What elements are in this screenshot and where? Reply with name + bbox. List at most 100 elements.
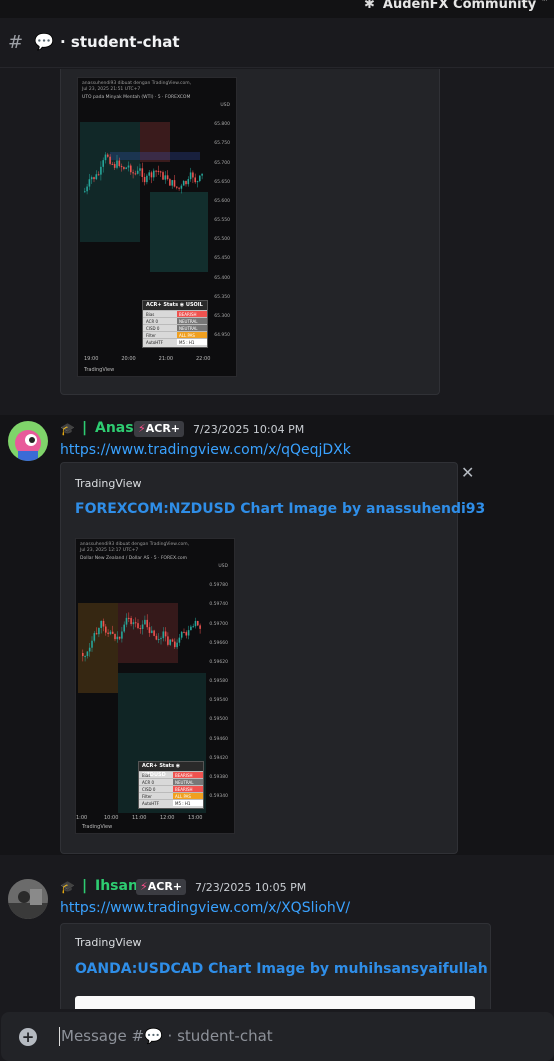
message-input[interactable]: Message #💬 · student-chat: [61, 1027, 273, 1045]
candle-body: [180, 185, 183, 189]
username[interactable]: Ihsan: [95, 878, 138, 894]
candle-body: [84, 656, 86, 658]
stats-row: CISD 0 BEARISH: [139, 785, 203, 792]
candle-body: [107, 632, 109, 634]
chart-header: anassuhendi93 dibuat dengan TradingView.…: [82, 81, 192, 92]
candle-body: [120, 166, 123, 168]
pink-creature-avatar[interactable]: [8, 421, 48, 461]
text-caret: [59, 1027, 60, 1046]
candle-body: [180, 631, 183, 638]
candle-body: [139, 168, 141, 171]
photo-avatar[interactable]: [8, 879, 48, 919]
price-tick: USD: [218, 564, 228, 569]
price-tick: 0.59580: [209, 679, 228, 684]
candle-body: [128, 617, 130, 619]
candle-body: [113, 164, 116, 168]
stats-label: AutoHTF: [142, 801, 160, 806]
embed-title[interactable]: OANDA:USDCAD Chart Image by muhihsansyai…: [75, 961, 488, 977]
role-badge[interactable]: ⚡ACR+: [134, 421, 185, 437]
sparkle-icon: ✱: [364, 0, 375, 12]
message-list[interactable]: anassuhendi93 dibuat dengan TradingView.…: [0, 69, 554, 1009]
candle-body: [174, 641, 176, 648]
message-link[interactable]: https://www.tradingview.com/x/XQSliohV/: [60, 900, 350, 916]
server-name[interactable]: ✱ AudenFX Community ™: [364, 0, 549, 12]
price-tick: 0.59660: [209, 640, 228, 646]
hashtag-icon: #: [8, 32, 24, 53]
candle-body: [111, 163, 114, 165]
candle-body: [130, 165, 132, 173]
stats-value: M5 : H1: [173, 800, 203, 806]
candle-body: [136, 170, 139, 174]
candle-body: [127, 165, 130, 168]
timestamp: 7/23/2025 10:05 PM: [195, 881, 307, 894]
time-tick: 21:00: [158, 356, 174, 362]
candle-body: [162, 172, 164, 180]
candle-body: [102, 620, 105, 627]
candle-body: [153, 170, 155, 178]
candle-body: [132, 622, 135, 625]
candle-body: [178, 187, 180, 189]
candle-body: [164, 175, 167, 180]
price-tick: 0.59540: [209, 698, 228, 704]
candle-body: [146, 175, 148, 183]
username[interactable]: Anas: [95, 420, 134, 436]
time-tick: 1:00: [76, 815, 88, 821]
chart-image[interactable]: anassuhendi93 dibuat dengan TradingView.…: [75, 538, 235, 834]
candle-body: [187, 179, 190, 185]
candle-body: [192, 172, 194, 178]
plus-icon[interactable]: +: [19, 1028, 37, 1046]
candle-body: [192, 626, 194, 628]
candle-body: [141, 624, 144, 629]
price-tick: 65.300: [214, 313, 230, 319]
price-tick: 65.650: [214, 179, 230, 185]
close-icon[interactable]: ✕: [461, 463, 474, 482]
candle-body: [187, 630, 190, 636]
name-separator: |: [82, 878, 88, 894]
zone-box: [150, 192, 208, 272]
price-tick: 0.59700: [209, 621, 228, 627]
candle-body: [90, 177, 93, 180]
price-tick: 65.800: [214, 122, 230, 128]
link-embed: TradingView OANDA:USDCAD Chart Image by …: [60, 923, 491, 1009]
candle-body: [100, 620, 102, 628]
candle-body: [104, 154, 107, 161]
stats-header: ACR+ Stats ◉ NZDUSD: [139, 762, 203, 778]
candle-body: [125, 617, 128, 625]
role-badge[interactable]: ⚡ACR+: [136, 879, 187, 895]
candle-body: [93, 177, 95, 180]
candle-body: [105, 626, 107, 633]
candle-body: [176, 186, 178, 188]
zone-box: [118, 603, 178, 663]
time-tick: 12:00: [160, 815, 175, 821]
time-tick: 11:00: [132, 815, 147, 821]
candle-body: [102, 160, 104, 167]
candle-body: [100, 166, 102, 175]
candle-body: [134, 622, 137, 624]
candle-body: [167, 636, 169, 645]
stats-row: AutoHTF M5 : H1: [139, 799, 203, 806]
time-tick: 22:00: [196, 356, 211, 362]
candle-body: [91, 640, 93, 648]
stats-row: Bias BEARISH: [143, 310, 207, 317]
price-tick: 0.59620: [209, 659, 228, 665]
composer-box[interactable]: + Message #💬 · student-chat: [1, 1012, 554, 1061]
candle-body: [160, 638, 162, 640]
tradingview-watermark: TradingView: [82, 824, 113, 830]
chart-image[interactable]: anassuhendi93 dibuat dengan TradingView.…: [77, 77, 237, 377]
candle-body: [146, 619, 148, 628]
price-tick: 0.59340: [209, 794, 228, 799]
price-tick: 64.950: [214, 333, 230, 338]
message: 🎓 | Ihsan ⚡ACR+ 7/23/2025 10:05 PM https…: [0, 875, 554, 1009]
message-link[interactable]: https://www.tradingview.com/x/qQeqjDXk: [60, 442, 351, 458]
time-axis: 1:00 10:00 11:00 12:00 13:00: [76, 815, 208, 823]
candle-body: [143, 176, 146, 183]
embed-title[interactable]: FOREXCOM:NZDUSD Chart Image by anassuhen…: [75, 501, 485, 517]
candle-body: [182, 180, 185, 186]
candle-body: [141, 168, 144, 177]
candle-body: [88, 647, 91, 652]
candle-body: [139, 628, 142, 630]
candle-body: [189, 172, 192, 180]
chart-image-preview[interactable]: [75, 996, 475, 1009]
candle-body: [151, 630, 153, 633]
candle-body: [196, 181, 199, 183]
